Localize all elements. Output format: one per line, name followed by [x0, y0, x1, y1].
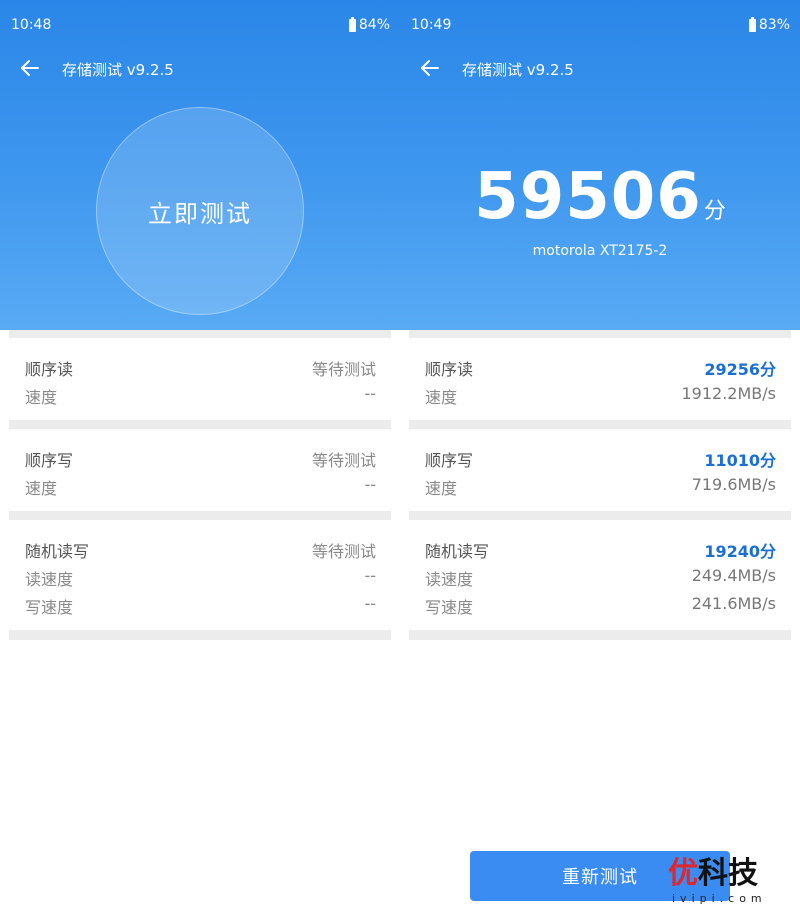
battery-indicator: 83%	[748, 16, 790, 33]
watermark-brand: 优科技	[668, 848, 758, 892]
section-header: 随机读写 19240分	[425, 538, 776, 562]
metric-row: 速度 1912.2MB/s	[425, 384, 776, 408]
metric-row: 速度 --	[25, 475, 376, 499]
toolbar: 存储测试 v9.2.5	[400, 48, 800, 88]
section-card-random-rw: 随机读写 等待测试 读速度 -- 写速度 --	[9, 520, 391, 630]
section-score: 11010分	[704, 451, 776, 470]
metric-row: 读速度 --	[25, 566, 376, 590]
screen-after-test: 10:49 83% 存储测试 v9.2.5 59506分 motorola XT…	[400, 0, 800, 911]
back-arrow-icon[interactable]	[18, 56, 42, 80]
section-title: 随机读写	[25, 542, 90, 561]
device-model: motorola XT2175-2	[532, 243, 668, 259]
metric-label: 速度	[25, 388, 58, 407]
total-score: 59506分	[400, 160, 800, 234]
section-title: 顺序读	[25, 360, 74, 379]
section-header: 随机读写 等待测试	[25, 538, 376, 562]
metric-value: --	[364, 566, 376, 585]
metric-value: --	[364, 384, 376, 403]
section-card-seq-write: 顺序写 等待测试 速度 --	[9, 429, 391, 511]
status-bar: 10:49 83%	[400, 0, 800, 50]
metric-value: --	[364, 594, 376, 613]
page-title: 存储测试 v9.2.5	[462, 61, 574, 79]
section-score: 29256分	[704, 360, 776, 379]
screen-before-test: 10:48 84% 存储测试 v9.2.5 立即测试 顺序读 等待测试 速度 -…	[0, 0, 400, 911]
section-card-random-rw: 随机读写 19240分 读速度 249.4MB/s 写速度 241.6MB/s	[409, 520, 791, 630]
section-header: 顺序读 29256分	[425, 356, 776, 380]
metric-value: --	[364, 475, 376, 494]
battery-indicator: 84%	[348, 16, 390, 33]
metric-label: 读速度	[25, 570, 74, 589]
metric-row: 读速度 249.4MB/s	[425, 566, 776, 590]
section-header: 顺序读 等待测试	[25, 356, 376, 380]
watermark-brand-rest: 科技	[698, 856, 758, 891]
section-title: 顺序写	[425, 451, 474, 470]
header-banner: 10:49 83% 存储测试 v9.2.5 59506分 motorola XT…	[400, 0, 800, 330]
section-header: 顺序写 11010分	[425, 447, 776, 471]
status-time: 10:49	[411, 17, 452, 33]
metric-value: 241.6MB/s	[691, 594, 776, 613]
results-list: 顺序读 等待测试 速度 -- 顺序写 等待测试 速度 -- 随机读写 等待测试	[9, 330, 391, 640]
watermark-url: ivipi.com	[672, 892, 767, 905]
metric-row: 写速度 241.6MB/s	[425, 594, 776, 618]
status-bar: 10:48 84%	[0, 0, 400, 50]
metric-value: 1912.2MB/s	[681, 384, 777, 403]
section-title: 顺序读	[425, 360, 474, 379]
metric-label: 读速度	[425, 570, 474, 589]
battery-level: 83%	[758, 17, 790, 33]
score-unit: 分	[703, 199, 726, 224]
metric-label: 速度	[425, 388, 458, 407]
section-title: 顺序写	[25, 451, 74, 470]
section-title: 随机读写	[425, 542, 490, 561]
score-value: 59506	[474, 160, 702, 234]
section-card-seq-read: 顺序读 等待测试 速度 --	[9, 338, 391, 420]
start-test-label: 立即测试	[148, 199, 252, 228]
section-card-seq-read: 顺序读 29256分 速度 1912.2MB/s	[409, 338, 791, 420]
metric-row: 速度 --	[25, 384, 376, 408]
section-status: 等待测试	[311, 451, 376, 470]
battery-icon	[748, 16, 756, 32]
watermark-brand-red: 优	[668, 856, 698, 891]
section-header: 顺序写 等待测试	[25, 447, 376, 471]
metric-label: 写速度	[425, 598, 474, 617]
section-status: 等待测试	[311, 542, 376, 561]
metric-row: 写速度 --	[25, 594, 376, 618]
section-score: 19240分	[704, 542, 776, 561]
metric-label: 速度	[425, 479, 458, 498]
metric-value: 719.6MB/s	[691, 475, 776, 494]
battery-icon	[348, 16, 356, 32]
toolbar: 存储测试 v9.2.5	[0, 48, 400, 88]
back-arrow-icon[interactable]	[418, 56, 442, 80]
status-time: 10:48	[11, 17, 52, 33]
battery-level: 84%	[358, 17, 390, 33]
metric-label: 写速度	[25, 598, 74, 617]
page-title: 存储测试 v9.2.5	[62, 61, 174, 79]
metric-row: 速度 719.6MB/s	[425, 475, 776, 499]
metric-value: 249.4MB/s	[691, 566, 776, 585]
metric-label: 速度	[25, 479, 58, 498]
section-status: 等待测试	[311, 360, 376, 379]
header-banner: 10:48 84% 存储测试 v9.2.5 立即测试	[0, 0, 400, 330]
start-test-button[interactable]: 立即测试	[96, 107, 304, 315]
results-list: 顺序读 29256分 速度 1912.2MB/s 顺序写 11010分 速度 7…	[409, 330, 791, 640]
section-card-seq-write: 顺序写 11010分 速度 719.6MB/s	[409, 429, 791, 511]
watermark-logo: 优科技 ivipi.com	[668, 848, 798, 908]
